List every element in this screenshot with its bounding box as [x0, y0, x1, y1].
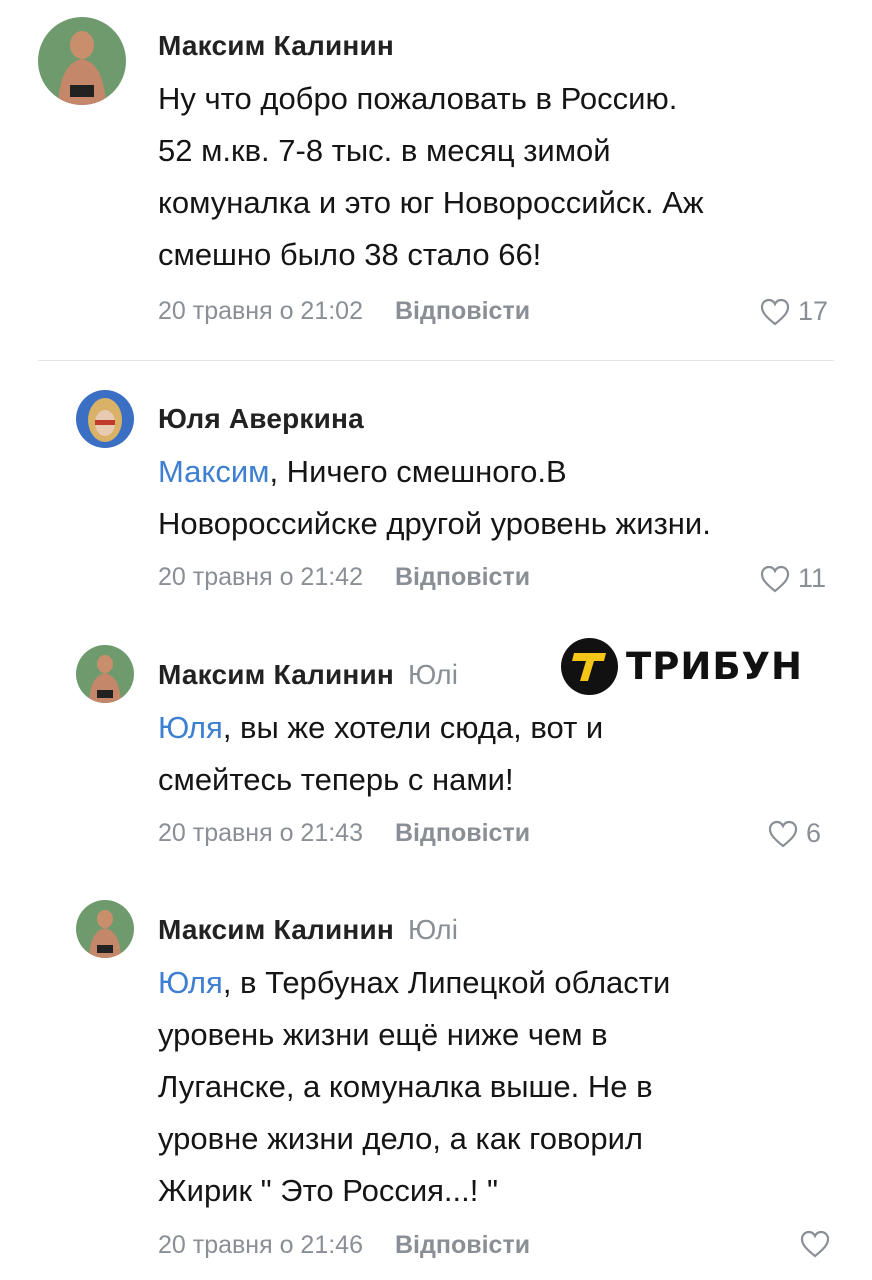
comment-text: Максим, Ничего смешного.В Новороссийске … [158, 454, 711, 541]
reply-button[interactable]: Відповісти [395, 297, 530, 325]
reply-to-label[interactable]: Юлі [408, 659, 458, 690]
like-count: 17 [798, 296, 829, 326]
divider [38, 360, 834, 361]
heart-outline-icon [760, 565, 790, 592]
comment-author[interactable]: Максим Калинин Юлі [158, 659, 458, 691]
comment-text: Ну что добро пожаловать в Россию. 52 м.к… [158, 81, 704, 272]
comment-date: 20 травня о 21:46 [158, 1231, 363, 1259]
avatar[interactable] [76, 900, 134, 958]
comment-date: 20 травня о 21:02 [158, 297, 363, 325]
comment-text: Юля, вы же хотели сюда, вот и смейтесь т… [158, 710, 604, 797]
comment-date: 20 травня о 21:43 [158, 819, 363, 847]
reply-to-label[interactable]: Юлі [408, 914, 458, 945]
mention-link[interactable]: Максим [158, 454, 269, 489]
like-count: 11 [798, 563, 827, 593]
like-count: 6 [806, 818, 822, 848]
comment-meta: 20 травня о 21:43 Відповісти [158, 819, 530, 848]
mention-link[interactable]: Юля [158, 965, 223, 1000]
comment-author[interactable]: Юля Аверкина [158, 403, 364, 435]
heart-outline-icon [800, 1230, 830, 1258]
like-button[interactable]: 17 [760, 296, 828, 327]
like-button[interactable]: 11 [760, 563, 826, 594]
comment-date: 20 травня о 21:42 [158, 563, 363, 591]
comment-meta: 20 травня о 21:42 Відповісти [158, 563, 530, 592]
heart-outline-icon [768, 820, 798, 847]
reply-button[interactable]: Відповісти [395, 819, 530, 847]
comment-text: Юля, в Тербунах Липецкой области уровень… [158, 965, 671, 1208]
heart-outline-icon [760, 298, 790, 325]
avatar[interactable] [76, 390, 134, 448]
avatar[interactable] [38, 17, 126, 105]
like-button[interactable]: 6 [768, 818, 821, 849]
comment-meta: 20 травня о 21:46 Відповісти [158, 1231, 530, 1260]
logo-t-glyph [571, 652, 606, 681]
watermark-logo: ТРИБУН [561, 638, 803, 695]
reply-button[interactable]: Відповісти [395, 1231, 530, 1259]
mention-link[interactable]: Юля [158, 710, 223, 745]
comment-meta: 20 травня о 21:02 Відповісти [158, 297, 530, 326]
logo-icon [561, 638, 618, 695]
like-button[interactable] [800, 1230, 838, 1258]
comment-author[interactable]: Максим Калинин [158, 30, 394, 62]
reply-button[interactable]: Відповісти [395, 563, 530, 591]
avatar[interactable] [76, 645, 134, 703]
logo-text: ТРИБУН [626, 645, 804, 688]
comment-author[interactable]: Максим Калинин Юлі [158, 914, 458, 946]
